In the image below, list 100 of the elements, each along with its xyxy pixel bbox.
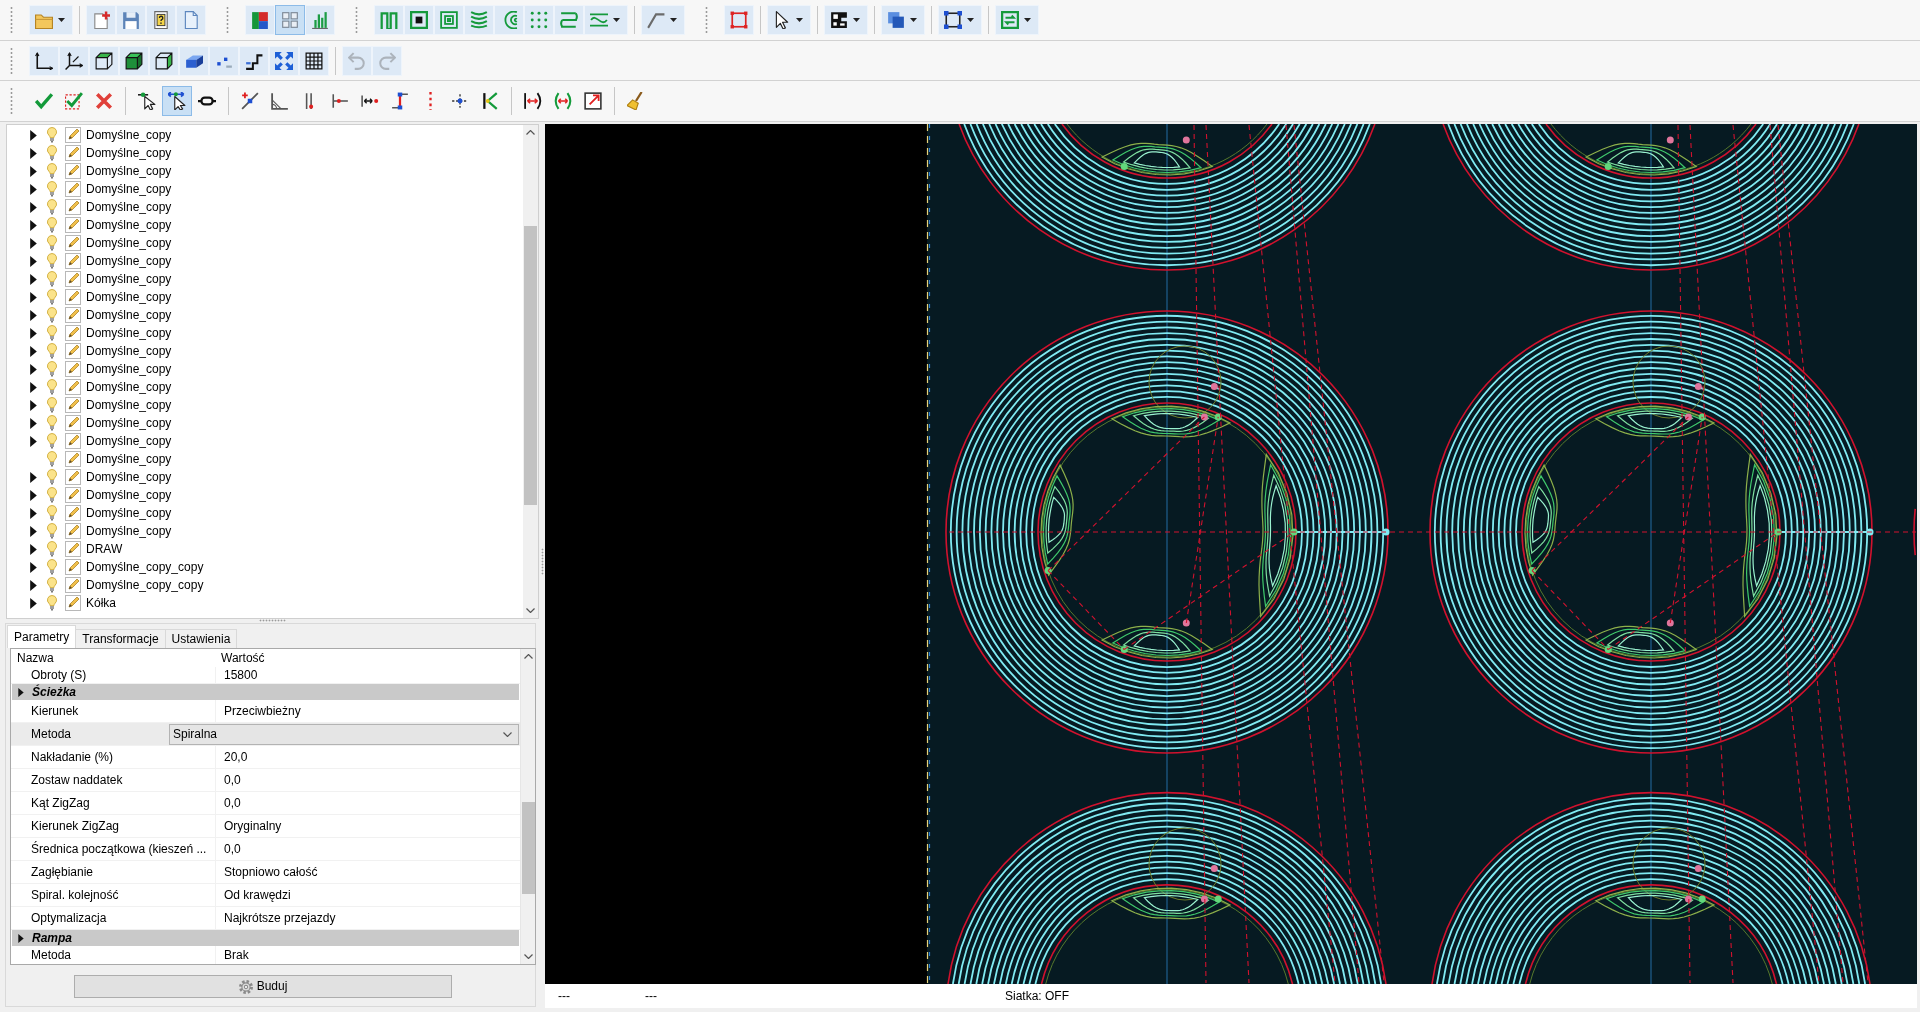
build-button[interactable]: Buduj <box>74 975 452 998</box>
scroll-up-icon[interactable] <box>526 130 535 135</box>
select-button[interactable] <box>767 5 811 35</box>
property-row[interactable]: Kierunek ZigZag Oryginalny <box>11 815 520 838</box>
property-row[interactable]: Zostaw naddatek 0,0 <box>11 769 520 792</box>
tab[interactable]: Parametry <box>7 625 77 648</box>
tree-item[interactable]: Domyślne_copy <box>7 144 523 162</box>
property-row[interactable]: Nakładanie (%) 20,0 <box>11 746 520 769</box>
bulb-icon[interactable] <box>47 577 57 593</box>
file-button[interactable] <box>176 5 206 35</box>
bulb-icon[interactable] <box>47 433 57 449</box>
serpentine-path-button[interactable] <box>554 5 584 35</box>
tab[interactable]: Ustawienia <box>164 629 238 648</box>
bulb-icon[interactable] <box>47 163 57 179</box>
drag-grip[interactable] <box>10 87 13 115</box>
tree-item[interactable]: Domyślne_copy <box>7 432 523 450</box>
drag-grip[interactable] <box>355 6 358 34</box>
bulb-icon[interactable] <box>47 253 57 269</box>
angled-line-button[interactable] <box>641 5 685 35</box>
tree-item[interactable]: Domyślne_copy <box>7 468 523 486</box>
step-outline-button[interactable] <box>239 45 269 76</box>
expand-icon[interactable] <box>30 327 37 339</box>
expand-icon[interactable] <box>30 165 37 177</box>
expand-icon[interactable] <box>30 435 37 447</box>
tree-item[interactable]: Domyślne_copy <box>7 522 523 540</box>
drag-grip[interactable] <box>10 46 13 75</box>
bulb-icon[interactable] <box>47 451 57 467</box>
open-button[interactable] <box>29 5 73 35</box>
bulb-icon[interactable] <box>47 235 57 251</box>
property-row[interactable]: Zagłębianie Stopniowo całość <box>11 861 520 884</box>
bulb-icon[interactable] <box>47 505 57 521</box>
tree-item[interactable]: Domyślne_copy <box>7 252 523 270</box>
scroll-down-icon[interactable] <box>523 954 533 959</box>
tree-item[interactable]: Domyślne_copy <box>7 288 523 306</box>
bulb-icon[interactable] <box>47 289 57 305</box>
expand-icon[interactable] <box>30 597 37 609</box>
expand-icon[interactable] <box>30 471 37 483</box>
expand-icon[interactable] <box>30 309 37 321</box>
grid-button[interactable] <box>299 45 329 76</box>
expand-icon[interactable] <box>30 291 37 303</box>
expand-icon[interactable] <box>30 507 37 519</box>
wave-stack-button[interactable] <box>464 5 494 35</box>
category-header[interactable]: Rampa <box>12 930 519 946</box>
expand-icon[interactable] <box>30 183 37 195</box>
tree-item[interactable]: Domyślne_copy <box>7 270 523 288</box>
expand-icon[interactable] <box>18 933 24 943</box>
expand-icon[interactable] <box>30 129 37 141</box>
blocks-button[interactable] <box>245 5 275 35</box>
expand-icon[interactable] <box>30 255 37 267</box>
dropdown-field[interactable]: Spiralna <box>169 723 519 745</box>
cube-top-face-button[interactable] <box>89 45 119 76</box>
expand-icon[interactable] <box>30 561 37 573</box>
four-squares-button[interactable] <box>275 5 305 35</box>
bulb-icon[interactable] <box>47 199 57 215</box>
tab[interactable]: Transformacje <box>75 629 166 648</box>
property-row[interactable]: Spiral. kolejność Od krawędzi <box>11 884 520 907</box>
tree-item[interactable]: DRAW <box>7 540 523 558</box>
expand-icon[interactable] <box>30 489 37 501</box>
property-row[interactable]: Kąt ZigZag 0,0 <box>11 792 520 815</box>
tree-item[interactable]: Domyślne_copy <box>7 414 523 432</box>
rectangle-nodes-button[interactable] <box>724 5 754 35</box>
bulb-icon[interactable] <box>47 487 57 503</box>
bulb-icon[interactable] <box>47 469 57 485</box>
bulb-icon[interactable] <box>47 343 57 359</box>
tree-item[interactable]: Domyślne_copy_copy <box>7 558 523 576</box>
splitter-grip[interactable] <box>259 619 286 622</box>
dots-button[interactable] <box>209 45 239 76</box>
axes-3d-button[interactable] <box>59 45 89 76</box>
bulb-icon[interactable] <box>47 217 57 233</box>
pointer-arrows-button[interactable] <box>162 86 192 116</box>
bulb-icon[interactable] <box>47 127 57 143</box>
tree-item[interactable]: Domyślne_copy <box>7 504 523 522</box>
tree-item[interactable]: Domyślne_copy <box>7 180 523 198</box>
box-button[interactable] <box>179 45 209 76</box>
save-button[interactable] <box>116 5 146 35</box>
chart-button[interactable] <box>305 5 335 35</box>
expand-icon[interactable] <box>30 417 37 429</box>
new-file-button[interactable] <box>86 5 116 35</box>
tree-item[interactable]: Domyślne_copy <box>7 306 523 324</box>
expand-icon[interactable] <box>30 147 37 159</box>
tree-item[interactable]: Domyślne_copy <box>7 378 523 396</box>
axes-button[interactable] <box>29 45 59 76</box>
bulb-icon[interactable] <box>47 415 57 431</box>
bulb-icon[interactable] <box>47 307 57 323</box>
property-row[interactable]: Optymalizacja Najkrótsze przejazdy <box>11 907 520 930</box>
tree-item[interactable]: Domyślne_copy <box>7 342 523 360</box>
bulb-icon[interactable] <box>47 271 57 287</box>
tree-item[interactable]: Domyślne_copy <box>7 396 523 414</box>
block-pattern-button[interactable] <box>824 5 868 35</box>
tree-item[interactable]: Domyślne_copy_copy <box>7 576 523 594</box>
help-button[interactable] <box>146 5 176 35</box>
expand-icon[interactable] <box>30 579 37 591</box>
splitter-grip[interactable] <box>541 548 544 575</box>
property-row[interactable]: Średnica początkowa (kieszeń ... 0,0 <box>11 838 520 861</box>
dot-grid-button[interactable] <box>524 5 554 35</box>
bulb-icon[interactable] <box>47 325 57 341</box>
category-header[interactable]: Ścieżka <box>12 684 519 700</box>
drag-grip[interactable] <box>226 6 229 34</box>
scrollbar-thumb[interactable] <box>524 226 537 505</box>
expand-icon[interactable] <box>18 687 24 697</box>
